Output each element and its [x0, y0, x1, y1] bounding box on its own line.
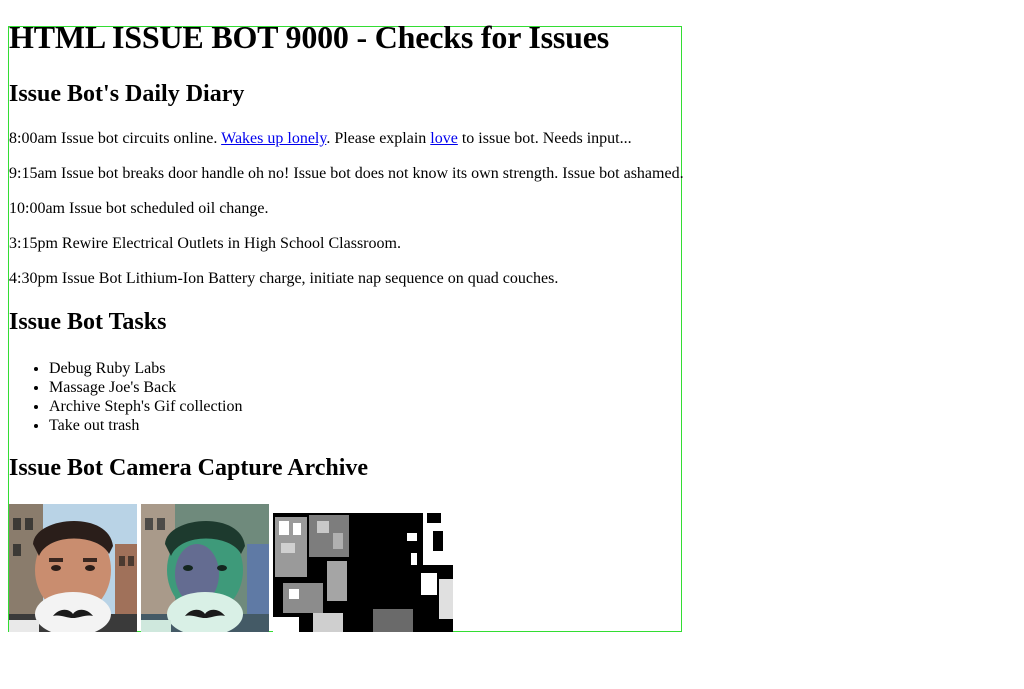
- photo-selfie-threshold: [273, 513, 453, 632]
- diary-entry: 9:15am Issue bot breaks door handle oh n…: [9, 165, 684, 182]
- wakes-up-lonely-link[interactable]: Wakes up lonely: [221, 130, 326, 147]
- list-item: Debug Ruby Labs: [49, 359, 243, 378]
- diary-heading: Issue Bot's Daily Diary: [9, 81, 245, 107]
- camera-heading: Issue Bot Camera Capture Archive: [9, 455, 369, 481]
- diary-entry-text: 8:00am Issue bot circuits online.: [9, 130, 222, 147]
- photo-selfie-original: [9, 504, 137, 632]
- diary-entry: 10:00am Issue bot scheduled oil change.: [9, 200, 269, 217]
- diary-entry-text: . Please explain: [326, 130, 431, 147]
- diary-entry-text: to issue bot. Needs input...: [457, 130, 632, 147]
- list-item: Massage Joe's Back: [49, 378, 243, 397]
- diary-entry: 4:30pm Issue Bot Lithium-Ion Battery cha…: [9, 270, 559, 287]
- list-item: Archive Steph's Gif collection: [49, 397, 243, 416]
- list-item: Take out trash: [49, 416, 243, 435]
- tasks-heading: Issue Bot Tasks: [9, 309, 167, 335]
- content-container: HTML ISSUE BOT 9000 - Checks for Issues …: [8, 19, 684, 632]
- tasks-list: Debug Ruby Labs Massage Joe's Back Archi…: [9, 359, 243, 435]
- page-title: HTML ISSUE BOT 9000 - Checks for Issues: [9, 19, 610, 55]
- photo-selfie-inverted: [141, 504, 269, 632]
- diary-entry: 3:15pm Rewire Electrical Outlets in High…: [9, 235, 401, 252]
- love-link[interactable]: love: [430, 130, 458, 147]
- diary-entry: 8:00am Issue bot circuits online. Wakes …: [9, 130, 632, 148]
